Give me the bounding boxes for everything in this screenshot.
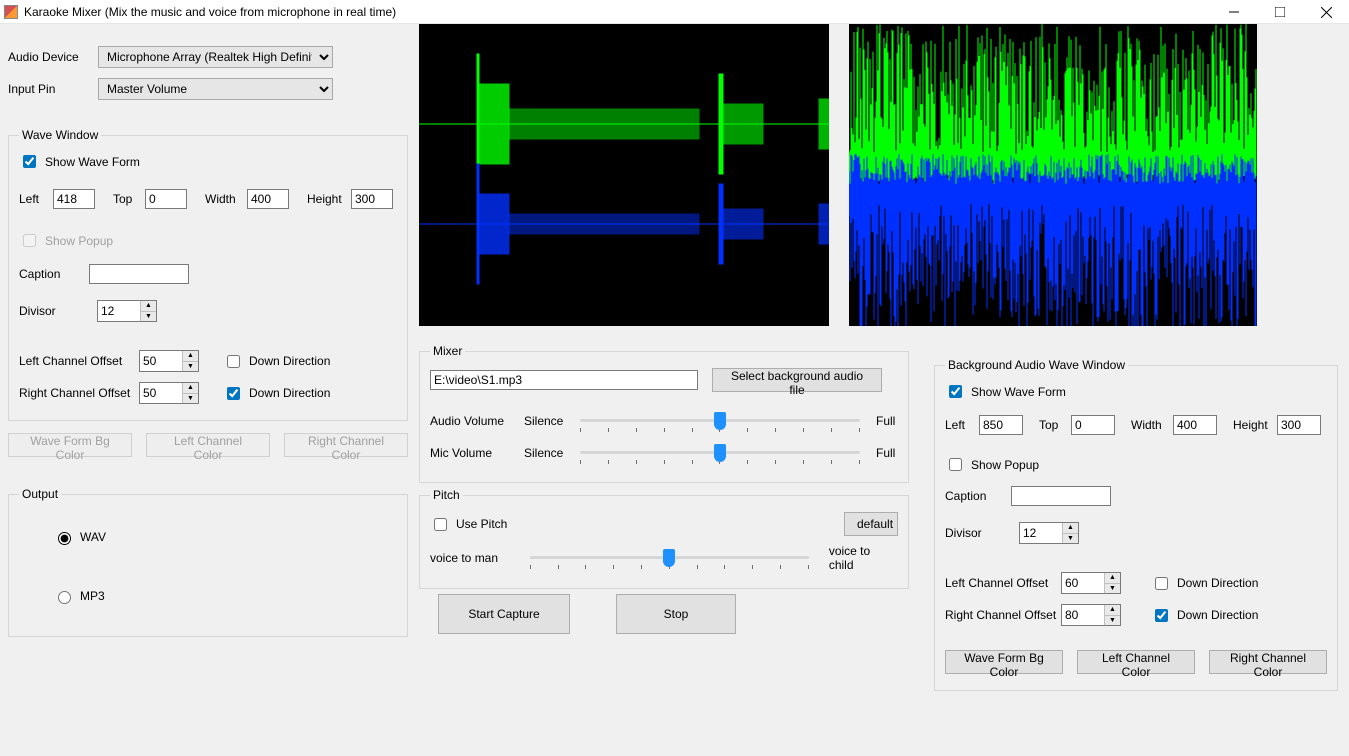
show-wave-checkbox[interactable]: Show Wave Form <box>19 152 140 171</box>
bg-rc-color-button[interactable]: Right Channel Color <box>1209 650 1327 674</box>
bg-divisor-spinner[interactable]: ▲▼ <box>1019 522 1079 544</box>
input-pin-select[interactable]: Master Volume <box>98 78 333 100</box>
window-title: Karaoke Mixer (Mix the music and voice f… <box>24 5 396 19</box>
wave-rco-down-checkbox[interactable]: Down Direction <box>223 384 330 403</box>
mic-volume-slider[interactable] <box>580 440 860 466</box>
wave-lco-spinner[interactable]: ▲▼ <box>139 350 199 372</box>
bg-wave-group: Background Audio Wave Window Show Wave F… <box>934 358 1338 691</box>
wave-bg-color-button: Wave Form Bg Color <box>8 433 132 457</box>
pitch-group: Pitch Use Pitch default voice to man voi… <box>419 488 909 589</box>
bg-show-wave-checkbox[interactable]: Show Wave Form <box>945 382 1066 401</box>
wave-left-input[interactable] <box>53 189 95 209</box>
wave-lco-down-checkbox[interactable]: Down Direction <box>223 352 330 371</box>
wave-window-group: Wave Window Show Wave Form Left Top Widt… <box>8 128 408 421</box>
start-capture-button[interactable]: Start Capture <box>438 594 570 634</box>
output-group: Output WAV MP3 <box>8 487 408 637</box>
output-wav-radio[interactable]: WAV <box>53 529 106 545</box>
pitch-slider[interactable] <box>530 545 809 571</box>
wave-divisor-spinner[interactable]: ▲▼ <box>97 300 157 322</box>
wave-top-input[interactable] <box>145 189 187 209</box>
bg-width-input[interactable] <box>1173 415 1217 435</box>
bg-rco-down-checkbox[interactable]: Down Direction <box>1151 606 1258 625</box>
wave-window-legend: Wave Window <box>19 128 101 142</box>
title-bar[interactable]: Karaoke Mixer (Mix the music and voice f… <box>0 0 1349 24</box>
bg-bg-color-button[interactable]: Wave Form Bg Color <box>945 650 1063 674</box>
stop-button[interactable]: Stop <box>616 594 736 634</box>
maximize-button[interactable] <box>1257 0 1303 24</box>
pitch-default-button[interactable]: default <box>844 512 898 536</box>
wave-height-input[interactable] <box>351 189 393 209</box>
bg-caption-input[interactable] <box>1011 486 1111 506</box>
show-popup-checkbox: Show Popup <box>19 231 113 250</box>
audio-device-label: Audio Device <box>8 50 98 64</box>
bg-wave-legend: Background Audio Wave Window <box>945 358 1128 372</box>
pitch-legend: Pitch <box>430 488 463 502</box>
bg-height-input[interactable] <box>1277 415 1321 435</box>
mixer-file-input[interactable] <box>430 370 698 390</box>
input-pin-label: Input Pin <box>8 82 98 96</box>
audio-device-select[interactable]: Microphone Array (Realtek High Definitio… <box>98 46 333 68</box>
wave-lc-color-button: Left Channel Color <box>146 433 270 457</box>
output-legend: Output <box>19 487 61 501</box>
bg-rco-spinner[interactable]: ▲▼ <box>1061 604 1121 626</box>
select-bg-audio-button[interactable]: Select background audio file <box>712 368 882 392</box>
audio-volume-slider[interactable] <box>580 408 860 434</box>
app-window: Karaoke Mixer (Mix the music and voice f… <box>0 0 1349 756</box>
bg-show-popup-checkbox[interactable]: Show Popup <box>945 455 1039 474</box>
wave-rc-color-button: Right Channel Color <box>284 433 408 457</box>
app-icon <box>4 5 18 19</box>
waveform-left-display <box>419 24 829 326</box>
output-mp3-radio[interactable]: MP3 <box>53 588 105 604</box>
client-area: Audio Device Microphone Array (Realtek H… <box>0 24 1349 756</box>
bg-lco-spinner[interactable]: ▲▼ <box>1061 572 1121 594</box>
waveform-right-display <box>849 24 1257 326</box>
use-pitch-checkbox[interactable]: Use Pitch <box>430 515 507 534</box>
bg-top-input[interactable] <box>1071 415 1115 435</box>
mixer-group: Mixer Select background audio file Audio… <box>419 344 909 483</box>
bg-lc-color-button[interactable]: Left Channel Color <box>1077 650 1195 674</box>
bg-lco-down-checkbox[interactable]: Down Direction <box>1151 574 1258 593</box>
wave-width-input[interactable] <box>247 189 289 209</box>
bg-left-input[interactable] <box>979 415 1023 435</box>
wave-caption-input[interactable] <box>89 264 189 284</box>
close-button[interactable] <box>1303 0 1349 24</box>
wave-rco-spinner[interactable]: ▲▼ <box>139 382 199 404</box>
mixer-legend: Mixer <box>430 344 465 358</box>
minimize-button[interactable] <box>1211 0 1257 24</box>
